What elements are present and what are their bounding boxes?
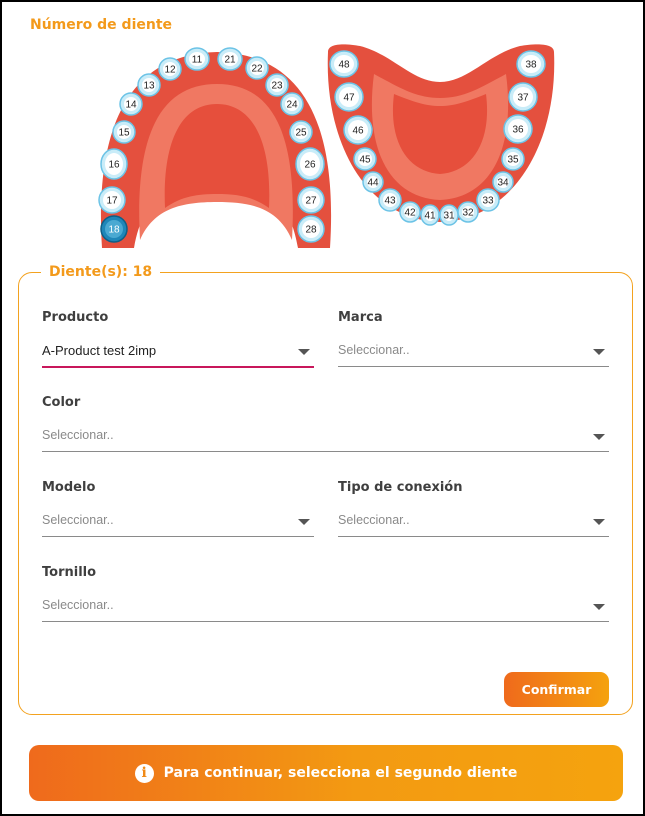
tooth-label: 46 <box>352 126 364 137</box>
producto-value: A-Product test 2imp <box>42 343 157 358</box>
tooth-label: 43 <box>384 196 396 207</box>
info-banner: i Para continuar, selecciona el segundo … <box>29 745 623 801</box>
caret-down-icon <box>593 519 605 525</box>
caret-down-icon <box>593 349 605 355</box>
tooth-label: 36 <box>512 125 524 136</box>
modelo-placeholder: Seleccionar.. <box>42 513 114 527</box>
tooth-label: 24 <box>286 100 298 111</box>
tooth-28[interactable]: 28 <box>297 215 325 243</box>
tooth-25[interactable]: 25 <box>289 120 313 144</box>
tooth-label: 21 <box>224 55 236 66</box>
banner-message: Para continuar, selecciona el segundo di… <box>163 765 518 781</box>
tooth-21[interactable]: 21 <box>217 47 243 71</box>
caret-down-icon <box>593 434 605 440</box>
tooth-label: 42 <box>404 208 416 219</box>
tooth-46[interactable]: 46 <box>343 115 373 145</box>
tipo-conexion-select[interactable]: Seleccionar.. <box>338 508 609 537</box>
tooth-label: 31 <box>443 211 455 222</box>
tooth-label: 23 <box>271 81 283 92</box>
tooth-22[interactable]: 22 <box>245 56 269 80</box>
tooth-label: 34 <box>497 178 509 189</box>
tornillo-placeholder: Seleccionar.. <box>42 598 114 612</box>
tooth-label: 27 <box>305 196 317 207</box>
product-form: Diente(s): 18 <box>18 264 633 715</box>
tooth-43[interactable]: 43 <box>378 188 402 212</box>
tooth-42[interactable]: 42 <box>399 201 421 223</box>
tipo-conexion-label: Tipo de conexión <box>338 480 463 495</box>
tooth-15[interactable]: 15 <box>112 120 136 144</box>
tooth-label: 25 <box>295 128 307 139</box>
tooth-label: 28 <box>305 225 317 236</box>
color-label: Color <box>42 395 81 410</box>
tooth-selection-panel: Número de diente 11 12 13 14 15 16 17 18 21 22 23 2… <box>2 2 643 814</box>
tipo-conexion-placeholder: Seleccionar.. <box>338 513 410 527</box>
lower-jaw: 31 32 3334 35 36 37 38 41 42 43 44 45 46 47 48 <box>327 44 555 226</box>
tooth-label: 47 <box>343 93 355 104</box>
tooth-label: 45 <box>359 155 371 166</box>
selected-teeth-legend: Diente(s): 18 <box>49 264 153 280</box>
tooth-label: 48 <box>338 60 350 71</box>
tooth-16[interactable]: 16 <box>100 148 128 180</box>
tooth-label: 37 <box>517 93 529 104</box>
tornillo-label: Tornillo <box>42 565 97 580</box>
tooth-label: 26 <box>304 160 316 171</box>
marca-placeholder: Seleccionar.. <box>338 343 410 357</box>
tooth-38[interactable]: 38 <box>516 50 546 78</box>
caret-down-icon <box>593 604 605 610</box>
tooth-32[interactable]: 32 <box>457 201 479 223</box>
tooth-13[interactable]: 13 <box>137 73 161 97</box>
tooth-33[interactable]: 33 <box>476 188 500 212</box>
tooth-34[interactable]: 34 <box>492 171 514 193</box>
tooth-17[interactable]: 17 <box>98 186 126 214</box>
tooth-26[interactable]: 26 <box>295 147 325 181</box>
tooth-23[interactable]: 23 <box>265 73 289 97</box>
tooth-18[interactable]: 18 <box>100 215 128 243</box>
tooth-label: 44 <box>367 178 379 189</box>
producto-label: Producto <box>42 310 109 325</box>
tooth-14[interactable]: 14 <box>119 92 143 116</box>
tooth-label: 18 <box>108 225 120 236</box>
tooth-label: 33 <box>482 196 494 207</box>
tooth-label: 22 <box>251 64 263 75</box>
info-icon: i <box>134 763 154 783</box>
marca-label: Marca <box>338 310 383 325</box>
color-placeholder: Seleccionar.. <box>42 428 114 442</box>
tooth-label: 35 <box>507 155 519 166</box>
tooth-41[interactable]: 41 <box>420 204 440 226</box>
tooth-label: 14 <box>125 100 137 111</box>
tooth-27[interactable]: 27 <box>297 186 325 214</box>
dental-chart: 11121314151617182122232425262728 31 32333… <box>98 44 555 248</box>
tooth-label: 15 <box>118 128 130 139</box>
tooth-label: 12 <box>164 65 176 76</box>
tooth-label: 41 <box>424 211 436 222</box>
tooth-45[interactable]: 45 <box>353 147 377 171</box>
tooth-31[interactable]: 31 <box>439 204 459 226</box>
tooth-11[interactable]: 11 <box>184 47 210 71</box>
tooth-37[interactable]: 37 <box>508 82 538 112</box>
tooth-47[interactable]: 47 <box>334 82 364 112</box>
color-select[interactable]: Seleccionar.. <box>42 423 609 452</box>
producto-select[interactable]: A-Product test 2imp <box>42 338 314 368</box>
tornillo-select[interactable]: Seleccionar.. <box>42 593 609 622</box>
confirm-button[interactable]: Confirmar <box>504 672 609 707</box>
marca-select[interactable]: Seleccionar.. <box>338 338 609 367</box>
tooth-label: 16 <box>108 160 120 171</box>
tooth-label: 11 <box>192 55 203 66</box>
modelo-select[interactable]: Seleccionar.. <box>42 508 314 537</box>
tooth-24[interactable]: 24 <box>280 92 304 116</box>
caret-down-icon <box>298 519 310 525</box>
modelo-label: Modelo <box>42 480 96 495</box>
tooth-35[interactable]: 35 <box>501 147 525 171</box>
caret-down-icon <box>298 349 310 355</box>
tooth-label: 17 <box>106 196 118 207</box>
tooth-label: 32 <box>462 208 474 219</box>
tooth-36[interactable]: 36 <box>503 114 533 144</box>
tooth-label: 38 <box>525 60 537 71</box>
tooth-12[interactable]: 12 <box>158 57 182 81</box>
tooth-44[interactable]: 44 <box>362 171 384 193</box>
upper-jaw: 11 12 13 14 15 16 17 18 21 22 2324 25 26 27 28 <box>98 47 332 248</box>
tooth-label: 13 <box>143 81 155 92</box>
tooth-48[interactable]: 48 <box>329 50 359 78</box>
